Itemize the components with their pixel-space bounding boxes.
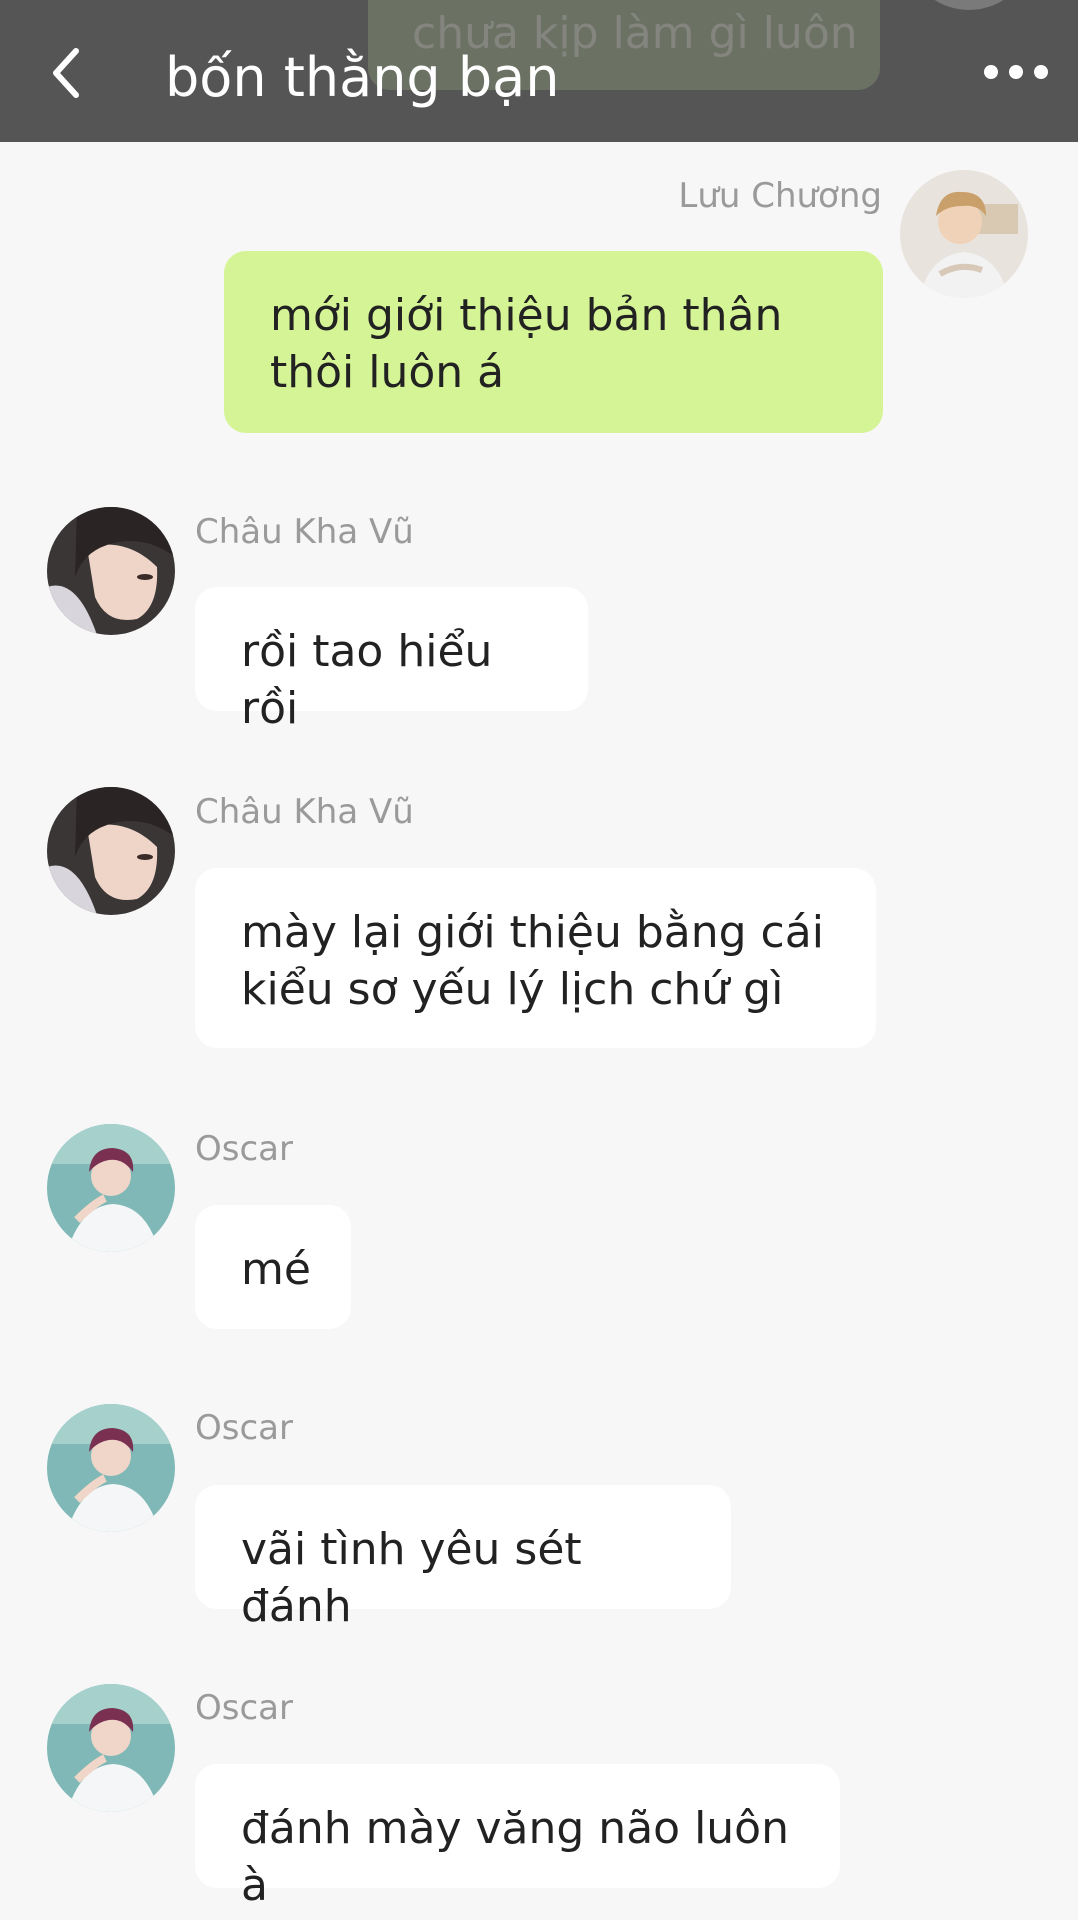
avatar-chau-kha-vu[interactable] bbox=[47, 507, 175, 635]
more-options-button[interactable] bbox=[976, 46, 1056, 98]
sender-name: Lưu Chương bbox=[678, 176, 882, 216]
message-text: đánh mày văng não luôn à bbox=[241, 1803, 789, 1911]
chat-header: chưa kịp làm gì luôn bốn thằng bạn bbox=[0, 0, 1078, 142]
message-text: mé bbox=[241, 1244, 311, 1295]
message-text: mới giới thiệu bản thân thôi luôn á bbox=[270, 290, 783, 398]
message-bubble-own[interactable]: mới giới thiệu bản thân thôi luôn á bbox=[224, 251, 883, 433]
message-bubble[interactable]: đánh mày văng não luôn à bbox=[195, 1764, 840, 1911]
chat-title: bốn thằng bạn bbox=[165, 46, 560, 109]
message-bubble[interactable]: mé bbox=[195, 1205, 351, 1329]
message-text: vãi tình yêu sét đánh bbox=[241, 1524, 582, 1632]
previous-message-avatar bbox=[905, 0, 1033, 10]
message-bubble[interactable]: vãi tình yêu sét đánh bbox=[195, 1485, 731, 1632]
chevron-left-icon bbox=[53, 48, 79, 98]
sender-name: Châu Kha Vũ bbox=[195, 512, 414, 552]
avatar-luu-chuong[interactable] bbox=[900, 170, 1028, 298]
message-bubble[interactable]: mày lại giới thiệu bằng cái kiểu sơ yếu … bbox=[195, 868, 876, 1048]
message-text: mày lại giới thiệu bằng cái kiểu sơ yếu … bbox=[241, 907, 824, 1015]
message-text: rồi tao hiểu rồi bbox=[241, 626, 493, 734]
avatar-oscar[interactable] bbox=[47, 1404, 175, 1532]
sender-name: Châu Kha Vũ bbox=[195, 792, 414, 832]
sender-name: Oscar bbox=[195, 1408, 293, 1448]
back-button[interactable] bbox=[36, 38, 96, 108]
sender-name: Oscar bbox=[195, 1129, 293, 1169]
avatar-oscar[interactable] bbox=[47, 1684, 175, 1812]
sender-name: Oscar bbox=[195, 1688, 293, 1728]
avatar-oscar[interactable] bbox=[47, 1124, 175, 1252]
avatar-chau-kha-vu[interactable] bbox=[47, 787, 175, 915]
message-bubble[interactable]: rồi tao hiểu rồi bbox=[195, 587, 588, 734]
more-dots-icon bbox=[984, 65, 1048, 79]
